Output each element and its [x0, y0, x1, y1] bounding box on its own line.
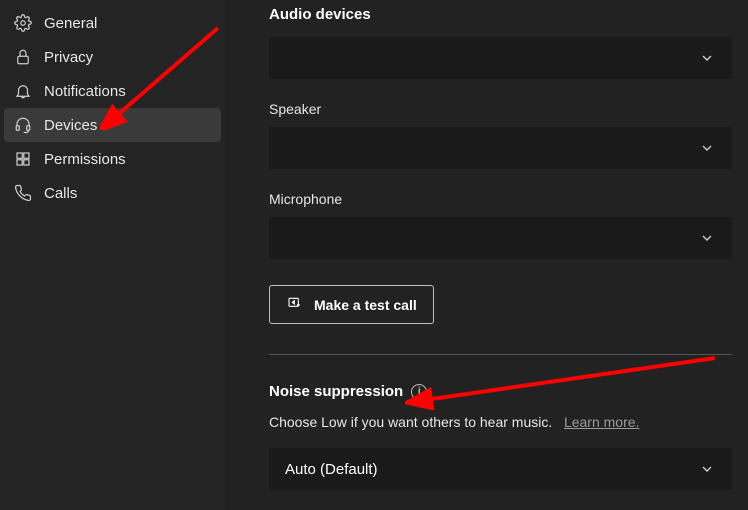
make-test-call-label: Make a test call	[314, 297, 417, 313]
app-icon	[14, 150, 32, 168]
sidebar-item-label: Permissions	[44, 151, 126, 168]
learn-more-link[interactable]: Learn more.	[564, 414, 639, 430]
chevron-down-icon	[698, 139, 716, 157]
sidebar-item-calls[interactable]: Calls	[4, 176, 221, 210]
sidebar-item-label: Notifications	[44, 83, 126, 100]
bell-icon	[14, 82, 32, 100]
sidebar-item-permissions[interactable]: Permissions	[4, 142, 221, 176]
headset-icon	[14, 116, 32, 134]
noise-suppression-heading: Noise suppression i	[269, 383, 732, 400]
settings-sidebar: General Privacy Notifications Devices Pe…	[0, 0, 225, 510]
phone-icon	[14, 184, 32, 202]
noise-help-text: Choose Low if you want others to hear mu…	[269, 414, 732, 430]
audio-devices-heading-text: Audio devices	[269, 6, 371, 23]
sidebar-item-devices[interactable]: Devices	[4, 108, 221, 142]
speaker-label: Speaker	[269, 101, 732, 117]
chevron-down-icon	[698, 460, 716, 478]
gear-icon	[14, 14, 32, 32]
make-test-call-button[interactable]: Make a test call	[269, 285, 434, 324]
audio-devices-heading: Audio devices	[269, 6, 732, 23]
audio-device-select[interactable]	[269, 37, 732, 79]
chevron-down-icon	[698, 49, 716, 67]
test-call-icon	[286, 295, 304, 314]
noise-suppression-select[interactable]: Auto (Default)	[269, 448, 732, 490]
devices-settings-panel: Audio devices Speaker Microphone Make a …	[225, 0, 748, 510]
annotation-arrow-noise	[405, 350, 725, 410]
noise-suppression-heading-text: Noise suppression	[269, 383, 403, 400]
sidebar-item-label: General	[44, 15, 97, 32]
info-icon[interactable]: i	[411, 384, 427, 400]
sidebar-item-label: Privacy	[44, 49, 93, 66]
noise-help-text-body: Choose Low if you want others to hear mu…	[269, 414, 552, 430]
microphone-label: Microphone	[269, 191, 732, 207]
sidebar-item-general[interactable]: General	[4, 6, 221, 40]
chevron-down-icon	[698, 229, 716, 247]
sidebar-item-notifications[interactable]: Notifications	[4, 74, 221, 108]
microphone-select[interactable]	[269, 217, 732, 259]
lock-icon	[14, 48, 32, 66]
sidebar-item-privacy[interactable]: Privacy	[4, 40, 221, 74]
sidebar-item-label: Calls	[44, 185, 77, 202]
speaker-select[interactable]	[269, 127, 732, 169]
section-divider	[269, 354, 732, 355]
noise-suppression-value: Auto (Default)	[285, 461, 698, 478]
sidebar-item-label: Devices	[44, 117, 97, 134]
